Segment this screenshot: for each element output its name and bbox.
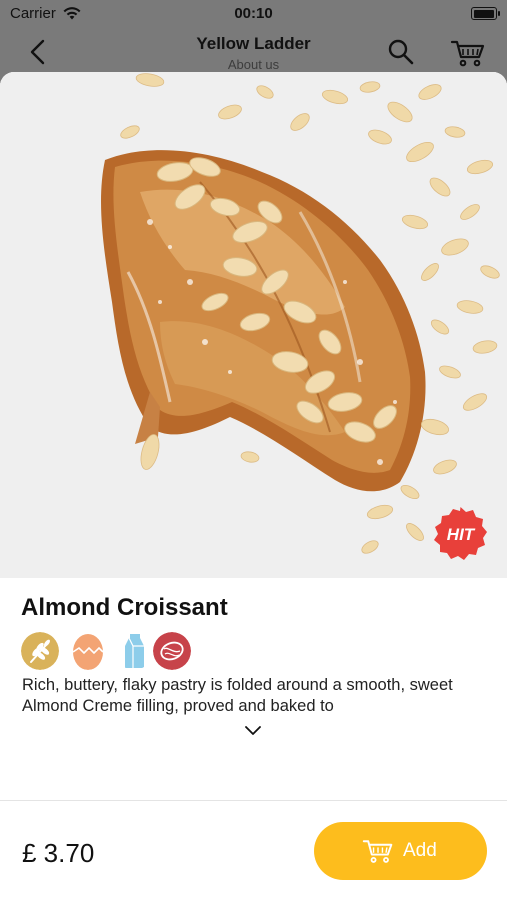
search-icon[interactable] <box>386 38 416 66</box>
add-to-cart-button[interactable]: Add <box>314 822 487 880</box>
hit-badge-label: HIT <box>447 525 476 544</box>
nuts-icon <box>153 632 191 670</box>
cart-icon <box>362 840 393 863</box>
battery-level <box>473 9 494 18</box>
product-name: Almond Croissant <box>21 594 228 621</box>
add-button-label: Add <box>403 840 437 861</box>
product-price: £ 3.70 <box>22 838 95 868</box>
page-title: Yellow Ladder <box>196 34 311 53</box>
clock: 00:10 <box>234 5 273 22</box>
gluten-icon <box>21 632 59 670</box>
product-detail-sheet: HIT Almond Croissant Rich, buttery, flak… <box>0 72 507 900</box>
about-us-link[interactable]: About us <box>0 57 507 72</box>
chevron-down-icon[interactable] <box>243 724 263 738</box>
hit-badge: HIT <box>434 507 487 560</box>
cart-icon[interactable] <box>450 38 486 68</box>
milk-icon <box>125 634 144 668</box>
almond-croissant-photo <box>0 72 507 578</box>
product-description: Rich, buttery, flaky pastry is folded ar… <box>22 676 453 715</box>
egg-icon <box>72 634 104 670</box>
status-bar: Carrier 00:10 <box>0 0 507 28</box>
divider <box>0 800 507 801</box>
product-image: HIT <box>0 72 507 578</box>
battery-icon <box>471 7 500 20</box>
